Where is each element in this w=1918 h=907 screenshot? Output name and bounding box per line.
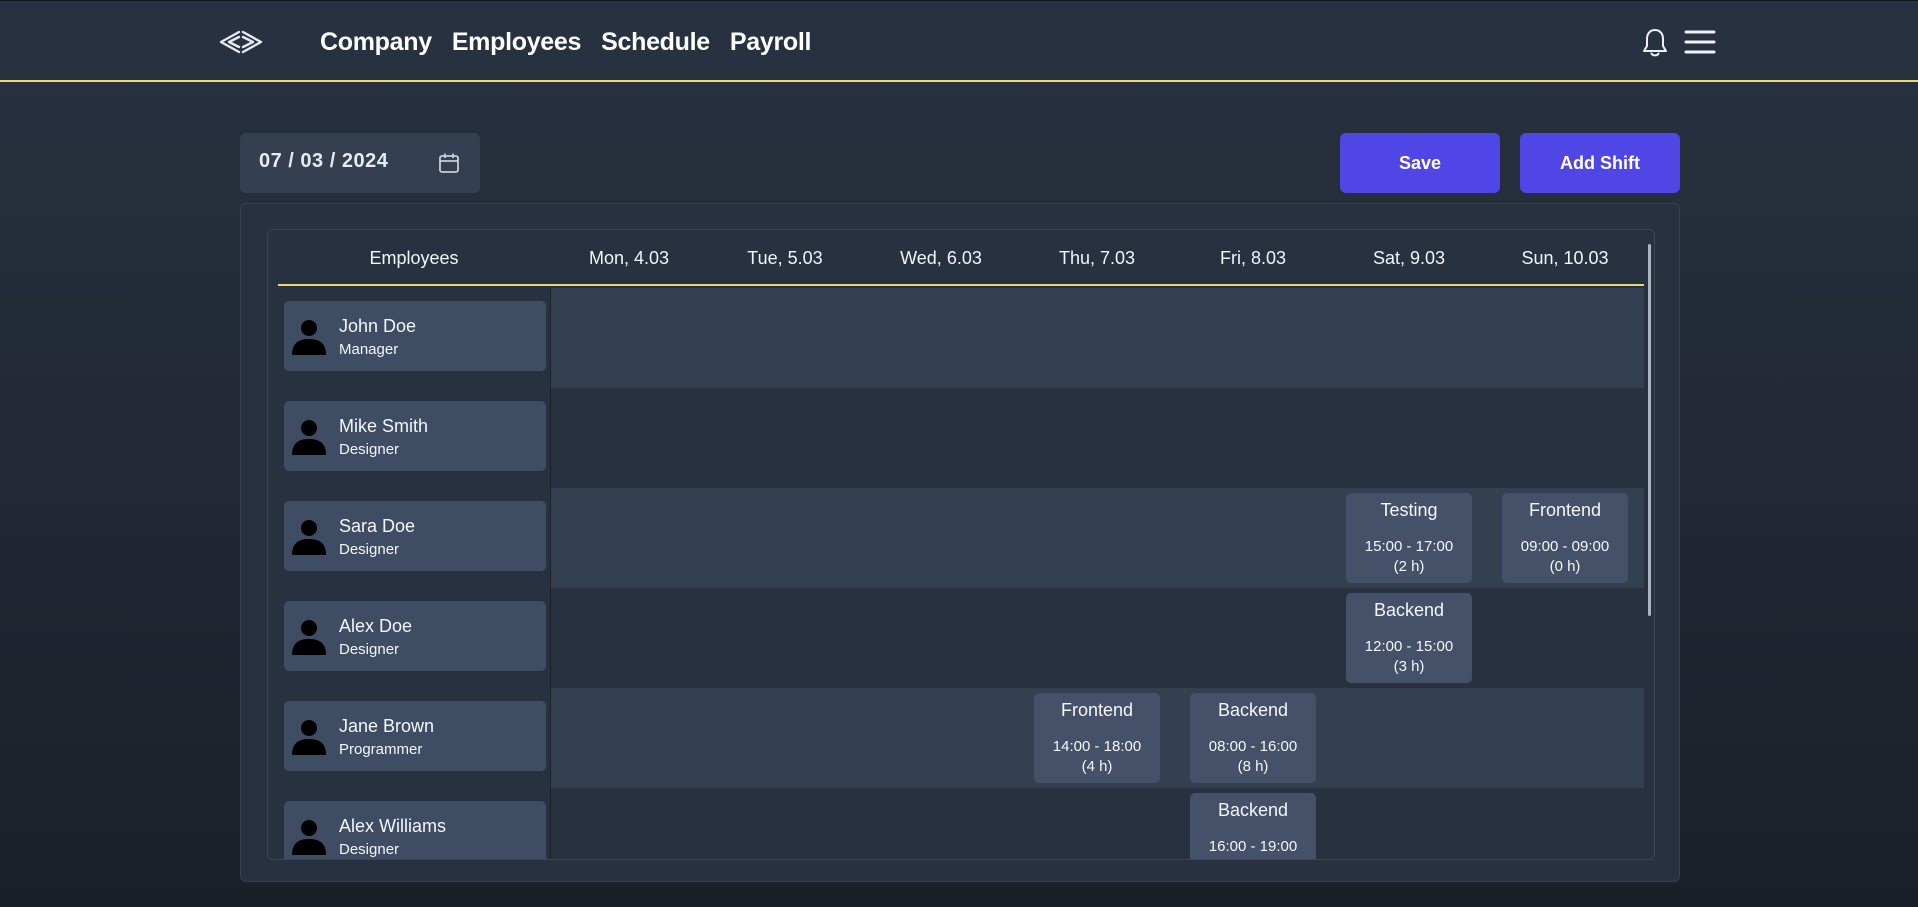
shift-title: Testing: [1380, 500, 1438, 520]
user-avatar-icon: [292, 320, 326, 355]
nav-company[interactable]: Company: [320, 25, 432, 59]
employee-card[interactable]: Alex Williams Designer: [284, 801, 546, 859]
calendar-icon[interactable]: [438, 152, 460, 174]
shift-card[interactable]: Backend 16:00 - 19:00: [1190, 793, 1316, 859]
nav-payroll[interactable]: Payroll: [730, 25, 812, 59]
day-column-header: Fri, 8.03: [1219, 248, 1287, 268]
brand-chevrons-icon[interactable]: [218, 27, 264, 57]
shift-time: 12:00 - 15:00: [1364, 638, 1454, 655]
shift-time: 08:00 - 16:00: [1208, 738, 1298, 755]
user-avatar-icon: [292, 520, 326, 555]
shift-card[interactable]: Frontend 14:00 - 18:00 (4 h): [1034, 693, 1160, 783]
schedule-row[interactable]: [551, 288, 1644, 388]
day-column-header: Mon, 4.03: [588, 248, 670, 268]
shift-duration: (4 h): [1081, 758, 1113, 775]
top-navbar: Company Employees Schedule Payroll: [0, 0, 1918, 82]
shift-card[interactable]: Frontend 09:00 - 09:00 (0 h): [1502, 493, 1628, 583]
employee-name: Sara Doe: [339, 516, 416, 536]
employee-card[interactable]: Mike Smith Designer: [284, 401, 546, 471]
employee-role: Designer: [339, 641, 400, 658]
shift-duration: (2 h): [1393, 558, 1425, 575]
schedule-header-row: Employees Mon, 4.03 Tue, 5.03 Wed, 6.03 Thu…: [278, 230, 1644, 286]
day-column-header: Tue, 5.03: [747, 248, 823, 268]
shift-duration: (3 h): [1393, 658, 1425, 675]
main-nav: Company Employees Schedule Payroll: [320, 25, 811, 59]
schedule-panel: Employees Mon, 4.03 Tue, 5.03 Wed, 6.03 Thu…: [240, 203, 1680, 882]
employee-role: Designer: [339, 541, 400, 558]
schedule-row[interactable]: [551, 488, 1644, 588]
user-avatar-icon: [292, 720, 326, 755]
employee-role: Designer: [339, 441, 400, 458]
user-avatar-icon: [292, 820, 326, 855]
shift-time: 09:00 - 09:00: [1520, 538, 1610, 555]
employee-card[interactable]: Jane Brown Programmer: [284, 701, 546, 771]
schedule-row[interactable]: [551, 588, 1644, 688]
shift-card[interactable]: Backend 12:00 - 15:00 (3 h): [1346, 593, 1472, 683]
employee-role: Designer: [339, 841, 400, 858]
user-avatar-icon: [292, 420, 326, 455]
nav-schedule[interactable]: Schedule: [601, 25, 710, 59]
day-column-header: Thu, 7.03: [1058, 248, 1136, 268]
date-value: 07 / 03 / 2024: [259, 150, 389, 172]
vertical-scrollbar[interactable]: [1648, 244, 1651, 616]
shift-title: Frontend: [1528, 500, 1602, 520]
employee-name: Mike Smith: [339, 416, 429, 436]
bell-icon[interactable]: [1640, 27, 1670, 59]
shift-time: 16:00 - 19:00: [1208, 838, 1298, 855]
employee-name: John Doe: [339, 316, 417, 336]
date-picker-input[interactable]: 07 / 03 / 2024: [240, 133, 480, 193]
employee-card[interactable]: John Doe Manager: [284, 301, 546, 371]
day-column-header: Wed, 6.03: [900, 248, 982, 268]
shift-title: Frontend: [1060, 700, 1134, 720]
shift-title: Backend: [1217, 700, 1289, 720]
day-column-header: Sun, 10.03: [1521, 248, 1609, 268]
employee-name: Jane Brown: [339, 716, 435, 736]
employee-name: Alex Doe: [339, 616, 413, 636]
employee-card[interactable]: Alex Doe Designer: [284, 601, 546, 671]
user-avatar-icon: [292, 620, 326, 655]
nav-employees[interactable]: Employees: [452, 25, 582, 59]
employees-column-header: Employees: [369, 248, 459, 268]
shift-card[interactable]: Backend 08:00 - 16:00 (8 h): [1190, 693, 1316, 783]
shift-title: Backend: [1217, 800, 1289, 820]
shift-title: Backend: [1373, 600, 1445, 620]
schedule-grid: Employees Mon, 4.03 Tue, 5.03 Wed, 6.03 Thu…: [267, 229, 1655, 860]
employee-card[interactable]: Sara Doe Designer: [284, 501, 546, 571]
employee-name: Alex Williams: [339, 816, 447, 836]
save-button[interactable]: Save: [1340, 133, 1500, 193]
add-shift-button[interactable]: Add Shift: [1520, 133, 1680, 193]
shift-time: 15:00 - 17:00: [1364, 538, 1454, 555]
schedule-row[interactable]: [551, 788, 1644, 859]
shift-card[interactable]: Testing 15:00 - 17:00 (2 h): [1346, 493, 1472, 583]
employee-role: Manager: [339, 341, 399, 358]
shift-time: 14:00 - 18:00: [1052, 738, 1142, 755]
hamburger-menu-icon[interactable]: [1684, 29, 1716, 55]
shift-duration: (8 h): [1237, 758, 1269, 775]
day-column-header: Sat, 9.03: [1372, 248, 1446, 268]
shift-duration: (0 h): [1549, 558, 1581, 575]
schedule-row[interactable]: [551, 388, 1644, 488]
employee-role: Programmer: [339, 741, 423, 758]
